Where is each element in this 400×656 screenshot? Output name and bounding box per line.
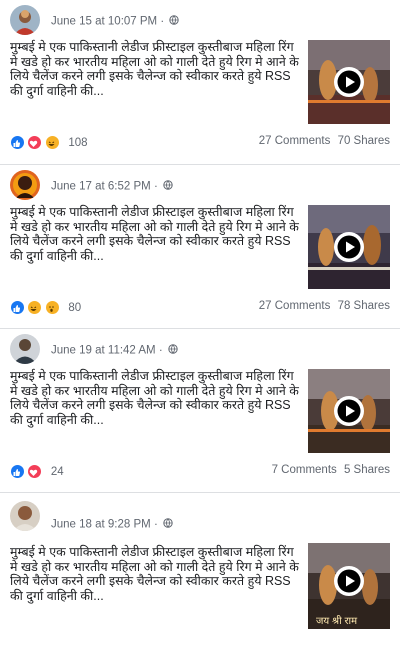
meta-separator: · bbox=[160, 15, 165, 28]
timestamp-link[interactable]: June 17 at 6:52 PM bbox=[51, 181, 151, 193]
comments-link[interactable]: 27 Comments bbox=[259, 300, 331, 312]
reactions[interactable]: 80 bbox=[10, 299, 81, 316]
meta-separator: · bbox=[153, 518, 158, 531]
post-stats: 27 Comments 70 Shares bbox=[259, 135, 390, 147]
comments-link[interactable]: 27 Comments bbox=[259, 135, 331, 147]
post-stats: 7 Comments 5 Shares bbox=[272, 464, 390, 476]
meta-separator: · bbox=[158, 344, 163, 357]
globe-icon bbox=[169, 15, 180, 28]
video-thumbnail[interactable] bbox=[308, 205, 390, 289]
wow-reaction-icon bbox=[44, 300, 60, 316]
post: June 18 at 9:28 PM · मुम्बई मे एक पाकिस्… bbox=[0, 492, 400, 656]
haha-reaction-icon bbox=[44, 135, 60, 151]
shares-link[interactable]: 5 Shares bbox=[344, 464, 390, 476]
post-text: मुम्बई मे एक पाकिस्तानी लेडीज फ्रीस्टाइल… bbox=[10, 205, 299, 263]
globe-icon bbox=[168, 344, 178, 357]
post-footer: 108 27 Comments 70 Shares bbox=[10, 132, 390, 151]
meta-separator: · bbox=[153, 180, 158, 193]
timestamp-link[interactable]: June 18 at 9:28 PM bbox=[51, 519, 151, 531]
avatar[interactable] bbox=[10, 170, 40, 200]
timestamp-link[interactable]: June 19 at 11:42 AM bbox=[51, 345, 156, 357]
globe-icon bbox=[163, 518, 173, 531]
like-reaction-icon bbox=[10, 135, 25, 151]
reaction-count[interactable]: 24 bbox=[51, 466, 64, 478]
post-stats: 27 Comments 78 Shares bbox=[259, 300, 390, 312]
avatar[interactable] bbox=[10, 501, 40, 531]
avatar[interactable] bbox=[10, 334, 40, 364]
post: June 19 at 11:42 AM · मुम्बई मे एक पाकिस… bbox=[0, 328, 400, 492]
post-text: मुम्बई मे एक पाकिस्तानी लेडीज फ्रीस्टाइल… bbox=[10, 545, 299, 603]
post: June 17 at 6:52 PM · मुम्बई मे एक पाकिस्… bbox=[0, 164, 400, 328]
post-text: मुम्बई मे एक पाकिस्तानी लेडीज फ्रीस्टाइल… bbox=[10, 369, 299, 427]
video-thumbnail[interactable]: जय श्री राम bbox=[308, 543, 390, 629]
post-text: मुम्बई मे एक पाकिस्तानी लेडीज फ्रीस्टाइल… bbox=[10, 40, 299, 98]
video-thumbnail[interactable] bbox=[308, 369, 390, 453]
post: June 15 at 10:07 PM · मुम्बई मे एक पाकिस… bbox=[0, 0, 400, 164]
post-meta: June 15 at 10:07 PM · bbox=[51, 15, 180, 28]
play-button[interactable] bbox=[334, 67, 364, 97]
globe-icon bbox=[163, 180, 173, 193]
shares-link[interactable]: 78 Shares bbox=[338, 300, 390, 312]
post-footer: 80 27 Comments 78 Shares bbox=[10, 297, 390, 316]
post-meta: June 19 at 11:42 AM · bbox=[51, 344, 178, 357]
reactions[interactable]: 24 bbox=[10, 463, 64, 480]
shares-link[interactable]: 70 Shares bbox=[338, 135, 390, 147]
like-reaction-icon bbox=[10, 464, 25, 480]
love-reaction-icon bbox=[27, 464, 43, 480]
timestamp-link[interactable]: June 15 at 10:07 PM bbox=[51, 16, 157, 28]
video-caption: जय श्री राम bbox=[316, 616, 358, 627]
feed: June 15 at 10:07 PM · मुम्बई मे एक पाकिस… bbox=[0, 0, 400, 629]
comments-link[interactable]: 7 Comments bbox=[272, 464, 337, 476]
post-footer: 24 7 Comments 5 Shares bbox=[10, 461, 390, 480]
post-meta: June 17 at 6:52 PM · bbox=[51, 180, 173, 193]
avatar[interactable] bbox=[10, 5, 40, 35]
haha-reaction-icon bbox=[27, 300, 43, 316]
like-reaction-icon bbox=[10, 300, 25, 316]
play-button[interactable] bbox=[334, 396, 364, 426]
reaction-count[interactable]: 108 bbox=[68, 137, 87, 149]
video-thumbnail[interactable] bbox=[308, 40, 390, 124]
play-button[interactable] bbox=[334, 232, 364, 262]
love-reaction-icon bbox=[27, 135, 43, 151]
reaction-count[interactable]: 80 bbox=[68, 302, 81, 314]
reactions[interactable]: 108 bbox=[10, 134, 88, 151]
post-meta: June 18 at 9:28 PM · bbox=[51, 518, 173, 531]
play-button[interactable] bbox=[334, 566, 364, 596]
